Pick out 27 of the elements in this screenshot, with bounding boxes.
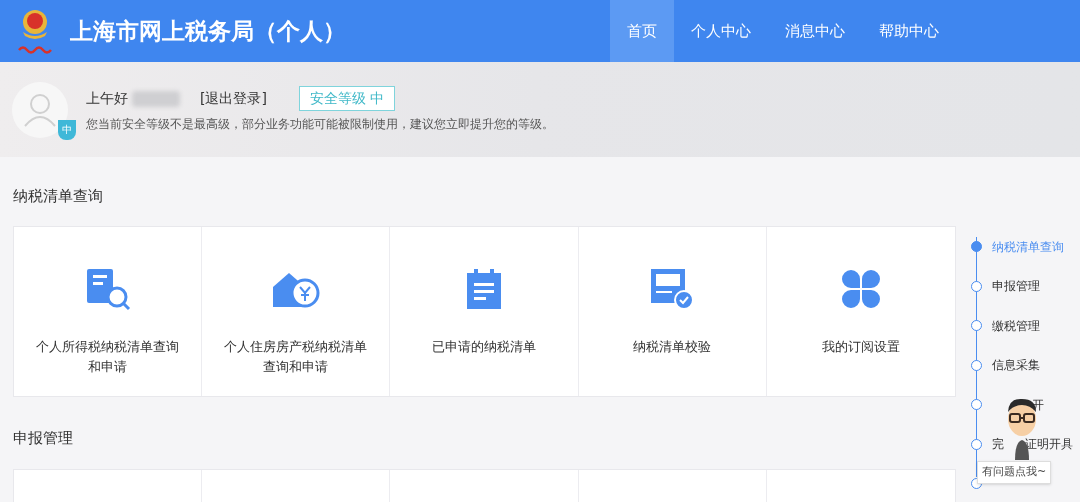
clipboard-icon	[466, 268, 502, 309]
clover-icon	[840, 268, 881, 309]
security-shield: 中	[58, 119, 76, 140]
security-level-badge: 安全等级 中	[298, 86, 396, 111]
service-card[interactable]: 纳税清单校验	[578, 226, 767, 396]
service-card[interactable]: 我的订阅设置	[766, 226, 955, 396]
nav-tab[interactable]: 个人中心	[674, 0, 768, 62]
document-check-icon	[650, 267, 695, 310]
timeline-label[interactable]: 证明开具	[1025, 435, 1073, 454]
nav-tab[interactable]: 消息中心	[768, 0, 862, 62]
service-card[interactable]: 个人所得税纳税清单查询和申请	[14, 226, 203, 396]
help-tooltip[interactable]: 有问题点我~	[977, 461, 1052, 484]
site-title: 上海市网上税务局（个人）	[70, 16, 347, 46]
redacted-name	[132, 90, 180, 107]
timeline-label[interactable]: 完	[992, 435, 1004, 454]
section-title: 纳税清单查询	[13, 186, 104, 207]
logout-link[interactable]: [退出登录]	[200, 88, 267, 109]
timeline-label[interactable]: 缴税管理	[992, 316, 1040, 335]
timeline-label[interactable]: 申报管理	[992, 277, 1040, 296]
security-notice: 您当前安全等级不是最高级，部分业务功能可能被限制使用，建议您立即提升您的等级。	[86, 116, 554, 133]
nav-tab[interactable]: 帮助中心	[862, 0, 956, 62]
service-card[interactable]: 个人住房房产税纳税清单查询和申请	[202, 226, 391, 396]
greeting-text: 上午好	[86, 89, 128, 108]
section-title: 申报管理	[13, 427, 74, 449]
timeline-label[interactable]: 信息采集	[992, 356, 1040, 375]
document-search-icon	[84, 266, 131, 311]
service-card[interactable]: 已申请的纳税清单	[390, 226, 579, 396]
